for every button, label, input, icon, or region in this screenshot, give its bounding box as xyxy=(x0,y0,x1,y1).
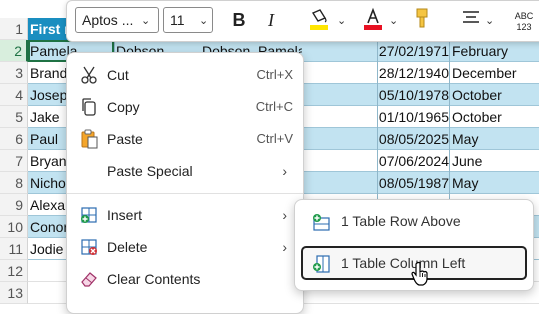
menu-item-label: Copy xyxy=(107,99,140,115)
align-button[interactable] xyxy=(459,7,483,33)
paint-bucket-icon xyxy=(310,9,328,30)
context-menu: Cut Ctrl+X Copy Ctrl+C Paste Ctrl+V Past… xyxy=(66,52,304,314)
font-name-value: Aptos ... xyxy=(82,12,134,28)
align-icon xyxy=(463,11,479,23)
chevron-right-icon: › xyxy=(282,163,287,179)
submenu-item-table-row-above[interactable]: 1 Table Row Above xyxy=(301,204,527,238)
insert-column-left-icon xyxy=(313,255,330,273)
row-header-3[interactable]: 3 xyxy=(0,62,28,84)
chevron-right-icon: › xyxy=(282,207,287,223)
cell-date[interactable]: 28/12/1940 xyxy=(377,62,449,84)
row-header-1[interactable]: 1 xyxy=(0,18,28,40)
row-header-4[interactable]: 4 xyxy=(0,84,28,106)
font-color-button[interactable] xyxy=(359,7,387,33)
cell-date[interactable]: 05/10/1978 xyxy=(377,84,449,106)
hand-cursor-icon xyxy=(411,261,428,286)
menu-item-paste[interactable]: Paste Ctrl+V xyxy=(67,123,303,155)
menu-item-label: Delete xyxy=(107,239,148,255)
row-header-13[interactable]: 13 xyxy=(0,282,28,304)
row-header-5[interactable]: 5 xyxy=(0,106,28,128)
cell-month[interactable]: February xyxy=(452,40,539,62)
number-format-button[interactable]: ABC 123 xyxy=(509,11,539,37)
delete-icon xyxy=(81,239,97,255)
cell-month[interactable]: May xyxy=(452,172,539,194)
chevron-down-icon[interactable]: ⌄ xyxy=(141,14,150,27)
row-header-11[interactable]: 11 xyxy=(0,238,28,260)
copy-icon xyxy=(82,98,96,116)
menu-separator xyxy=(67,193,303,194)
cell-date[interactable]: 08/05/2025 xyxy=(377,128,449,150)
menu-item-delete[interactable]: Delete › xyxy=(67,231,303,263)
submenu-item-label: 1 Table Column Left xyxy=(341,255,466,271)
chevron-down-icon[interactable]: ⌄ xyxy=(337,14,346,27)
submenu-item-label: 1 Table Row Above xyxy=(341,213,461,229)
scissors-icon xyxy=(81,66,97,84)
chevron-right-icon: › xyxy=(282,239,287,255)
menu-item-cut[interactable]: Cut Ctrl+X xyxy=(67,59,303,91)
eraser-icon xyxy=(81,272,97,287)
menu-item-label: Paste Special xyxy=(107,163,193,179)
menu-item-shortcut: Ctrl+X xyxy=(256,67,293,82)
menu-item-shortcut: Ctrl+V xyxy=(256,131,293,146)
cell-date[interactable]: 27/02/1971 xyxy=(377,40,449,62)
row-header-2[interactable]: 2 xyxy=(0,40,28,62)
cell-month[interactable]: October xyxy=(452,84,539,106)
font-size-value: 11 xyxy=(170,12,185,28)
cell-month[interactable]: June xyxy=(452,150,539,172)
menu-item-label: Cut xyxy=(107,67,129,83)
mini-format-toolbar: Aptos ... ⌄ 11 ⌄ B I ⌄ ⌄ ⌄ ABC 123 xyxy=(66,0,539,42)
cell-date[interactable]: 08/05/1987 xyxy=(377,172,449,194)
menu-item-insert[interactable]: Insert › xyxy=(67,199,303,231)
menu-item-label: Paste xyxy=(107,131,143,147)
format-painter-button[interactable] xyxy=(409,7,435,33)
cell-month[interactable]: May xyxy=(452,128,539,150)
row-header-8[interactable]: 8 xyxy=(0,172,28,194)
cell-date[interactable]: 07/06/2024 xyxy=(377,150,449,172)
bold-button[interactable]: B xyxy=(227,7,251,33)
fill-color-button[interactable] xyxy=(305,7,333,33)
menu-item-clear-contents[interactable]: Clear Contents xyxy=(67,263,303,295)
row-header-10[interactable]: 10 xyxy=(0,216,28,238)
menu-item-label: Clear Contents xyxy=(107,271,201,287)
insert-row-above-icon xyxy=(313,214,330,231)
menu-item-label: Insert xyxy=(107,207,143,223)
cell-date[interactable]: 01/10/1965 xyxy=(377,106,449,128)
menu-item-paste-special[interactable]: Paste Special › xyxy=(67,155,303,187)
italic-button[interactable]: I xyxy=(259,7,283,33)
row-header-12[interactable]: 12 xyxy=(0,260,28,282)
chevron-down-icon[interactable]: ⌄ xyxy=(485,14,494,27)
row-header-6[interactable]: 6 xyxy=(0,128,28,150)
paste-icon xyxy=(81,129,98,149)
font-color-icon xyxy=(364,7,382,30)
chevron-down-icon[interactable]: ⌄ xyxy=(199,14,208,27)
cell-month[interactable]: December xyxy=(452,62,539,84)
chevron-down-icon[interactable]: ⌄ xyxy=(389,14,398,27)
insert-icon xyxy=(81,207,97,223)
row-header-9[interactable]: 9 xyxy=(0,194,28,216)
cell-month[interactable]: October xyxy=(452,106,539,128)
menu-item-copy[interactable]: Copy Ctrl+C xyxy=(67,91,303,123)
row-header-7[interactable]: 7 xyxy=(0,150,28,172)
menu-item-shortcut: Ctrl+C xyxy=(255,99,293,114)
format-painter-icon xyxy=(416,8,428,28)
